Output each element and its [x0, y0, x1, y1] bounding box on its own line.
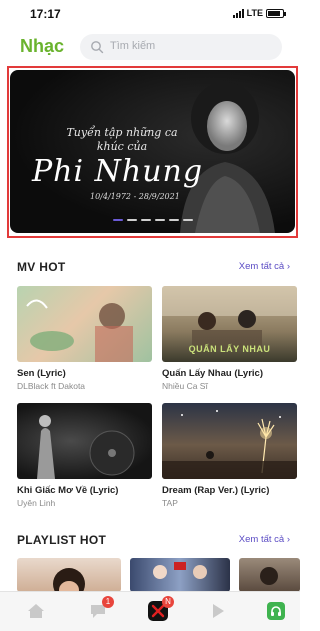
see-all-label: Xem tất cả [238, 534, 285, 545]
search-input[interactable]: Tìm kiếm [80, 34, 282, 60]
mv-artist: TAP [162, 498, 178, 508]
banner-artist-name: Phi Nhung [32, 154, 204, 189]
playlist-thumbnail [53, 568, 85, 592]
nav-center-app[interactable]: N [146, 596, 174, 622]
mv-artist: DLBlack ft Dakota [17, 381, 86, 391]
status-time: 17:17 [30, 7, 61, 21]
mv-card[interactable]: Khi Giấc Mơ Về (Lyric) Uyên Linh [17, 403, 152, 508]
notification-badge: 1 [102, 596, 114, 608]
carousel-indicator[interactable] [10, 219, 295, 221]
playlist-hot-header: PLAYLIST HOT Xem tất cả › [0, 533, 300, 553]
bottom-navigation: 1 N [0, 591, 300, 631]
nav-home[interactable] [24, 600, 48, 622]
carousel-dot[interactable] [140, 219, 151, 221]
mv-hot-see-all-link[interactable]: Xem tất cả › [239, 261, 290, 272]
banner-subtitle: Tuyển tập những ca khúc của [66, 126, 178, 153]
nav-video[interactable] [206, 600, 230, 622]
playlist-thumbnail [260, 567, 278, 585]
status-bar: 17:17 LTE [0, 0, 300, 26]
playlist-card[interactable] [239, 558, 300, 592]
headphones-icon [267, 602, 285, 620]
mv-card[interactable]: Dream (Rap Ver.) (Lyric) TAP [162, 403, 297, 508]
section-title: PLAYLIST HOT [17, 533, 107, 547]
chevron-right-icon: › [286, 534, 290, 545]
playlist-card[interactable] [17, 558, 121, 592]
mv-thumbnail [17, 403, 152, 479]
carousel-dot[interactable] [182, 219, 193, 221]
carousel-dot[interactable] [154, 219, 165, 221]
notification-badge: N [162, 596, 174, 608]
search-icon [91, 41, 104, 54]
network-type: LTE [246, 8, 263, 18]
search-placeholder: Tìm kiếm [110, 40, 156, 52]
mv-artist: Uyên Linh [17, 498, 56, 508]
mv-title: Quấn Lấy Nhau (Lyric) [162, 368, 263, 379]
mv-thumbnail-caption: QUẤN LẤY NHAU [188, 344, 271, 354]
playlist-hot-see-all-link[interactable]: Xem tất cả › [239, 534, 290, 545]
mv-card[interactable]: Sen (Lyric) DLBlack ft Dakota [17, 286, 152, 391]
carousel-dot[interactable] [112, 219, 123, 221]
home-icon [28, 604, 44, 618]
nav-messages[interactable]: 1 [86, 596, 114, 622]
carousel-dot[interactable] [126, 219, 137, 221]
mv-title: Sen (Lyric) [17, 368, 66, 379]
mv-title: Dream (Rap Ver.) (Lyric) [162, 485, 270, 496]
banner-dates: 10/4/1972 - 28/9/2021 [90, 192, 180, 201]
carousel-dot[interactable] [168, 219, 179, 221]
mv-thumbnail [162, 403, 297, 479]
see-all-label: Xem tất cả [238, 261, 285, 272]
mv-thumbnail: QUẤN LẤY NHAU [162, 286, 297, 362]
mv-card[interactable]: QUẤN LẤY NHAU Quấn Lấy Nhau (Lyric) Nhiề… [162, 286, 297, 391]
playlist-card[interactable] [130, 558, 230, 592]
app-header: Nhạc Tìm kiếm [0, 30, 300, 64]
play-icon [213, 604, 224, 618]
mv-thumbnail [17, 286, 152, 362]
section-title: MV HOT [17, 260, 66, 274]
playlist-thumbnail [153, 562, 207, 579]
signal-icon [232, 8, 244, 18]
mv-artist: Nhiều Ca Sĩ [162, 381, 208, 391]
battery-icon [266, 8, 286, 18]
status-indicators: LTE [232, 8, 286, 18]
featured-banner[interactable]: Tuyển tập những ca khúc của Phi Nhung 10… [10, 70, 295, 233]
mv-title: Khi Giấc Mơ Về (Lyric) [17, 485, 119, 496]
chevron-right-icon: › [286, 261, 290, 272]
mv-hot-header: MV HOT Xem tất cả › [0, 260, 300, 280]
page-title: Nhạc [20, 36, 65, 56]
nav-music[interactable] [264, 600, 288, 622]
